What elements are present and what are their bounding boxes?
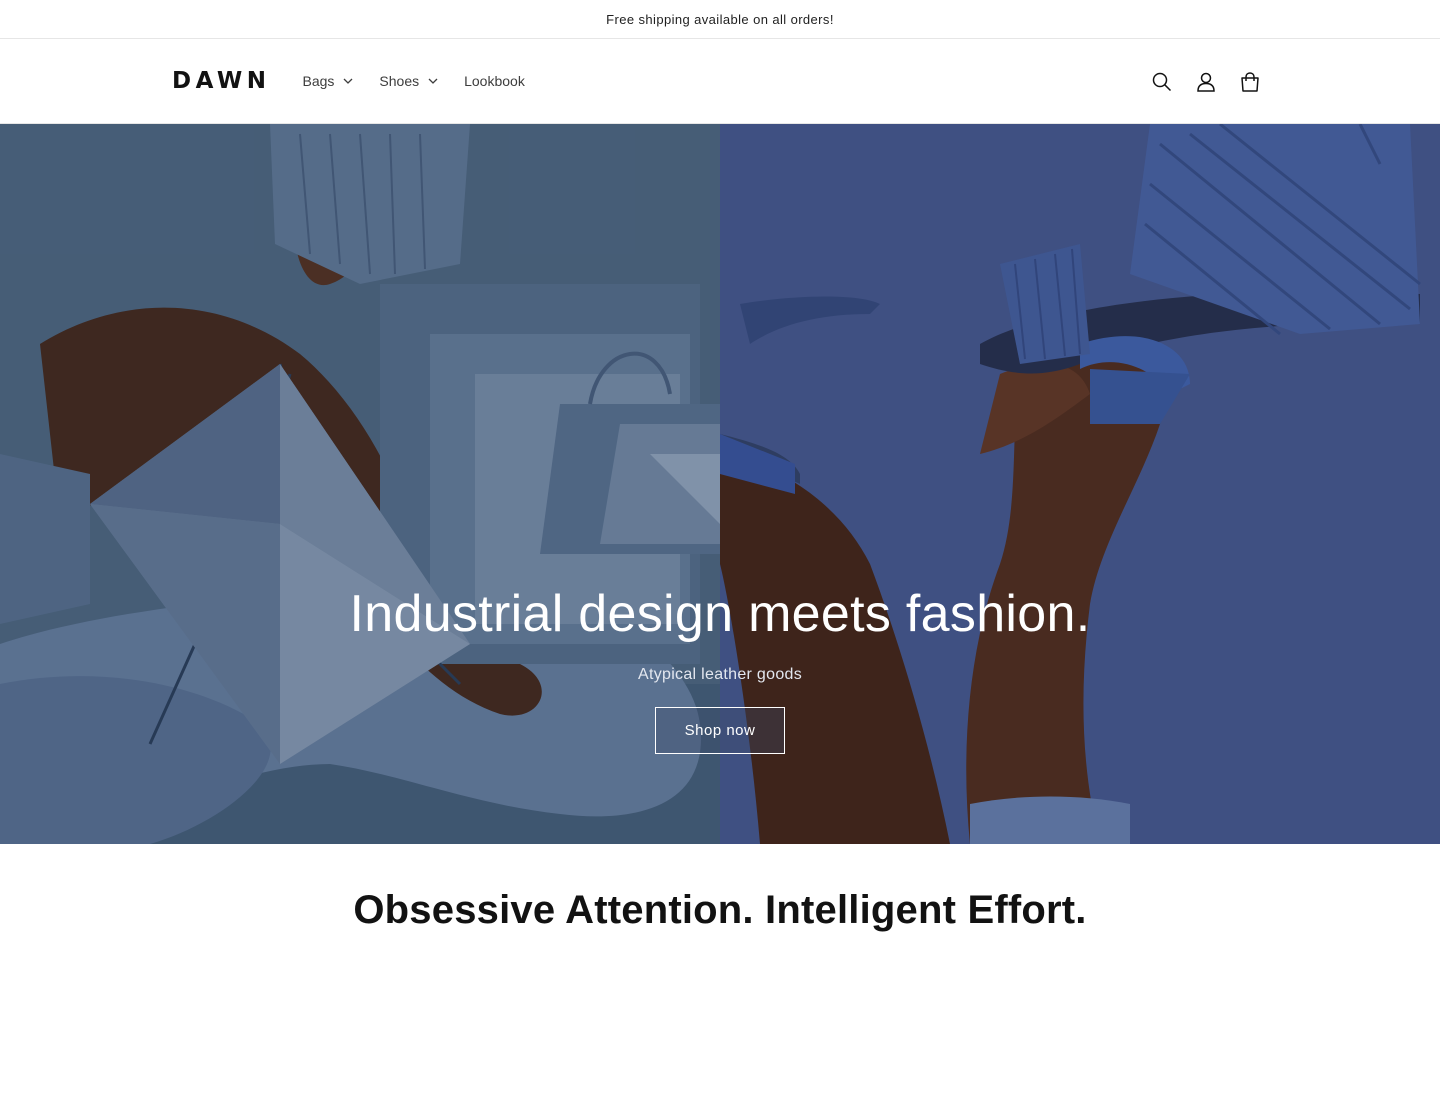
account-button[interactable] [1184,60,1228,104]
hero-banner: Industrial design meets fashion. Atypica… [0,124,1440,844]
announcement-text: Free shipping available on all orders! [606,11,834,27]
header-icons [1140,39,1272,124]
hero-subtitle: Atypical leather goods [637,666,803,683]
nav-item-lookbook[interactable]: Lookbook [456,61,533,101]
nav-item-bags[interactable]: Bags [294,61,361,101]
nav-item-label: Lookbook [464,73,525,89]
account-icon [1197,72,1215,92]
hero-content: Industrial design meets fashion. Atypica… [0,584,1440,754]
store-logo[interactable]: DAWN [172,68,270,94]
cart-icon [1241,71,1259,92]
nav-item-shoes[interactable]: Shoes [371,61,446,101]
shop-now-button[interactable]: Shop now [655,707,785,754]
section-heading: Obsessive Attention. Intelligent Effort. [353,888,1087,932]
chevron-down-icon [428,78,438,84]
nav-item-label: Bags [302,73,335,89]
hero-title: Industrial design meets fashion. [349,585,1091,643]
announcement-bar: Free shipping available on all orders! [0,0,1440,39]
search-icon [1152,72,1172,91]
nav-item-label: Shoes [379,73,420,89]
chevron-down-icon [343,78,353,84]
search-button[interactable] [1140,60,1184,104]
site-header: DAWN Bags Shoes Lookbook [0,39,1440,124]
main-nav: Bags Shoes Lookbook [294,61,532,101]
cart-button[interactable] [1228,60,1272,104]
